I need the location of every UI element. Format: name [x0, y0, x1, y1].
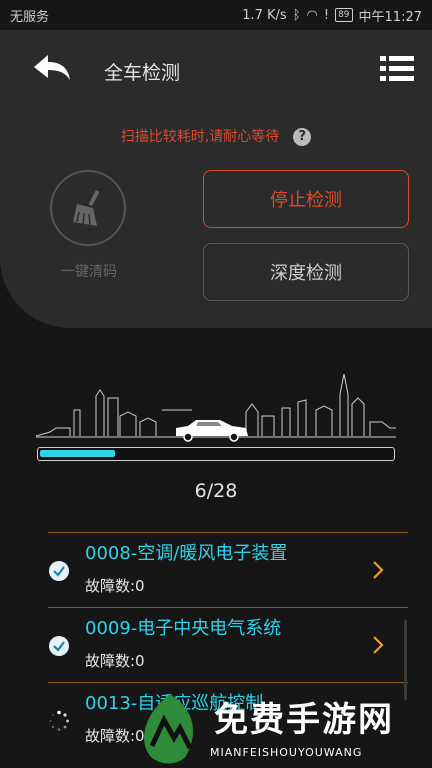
back-button[interactable] [32, 52, 72, 86]
scan-progress-count: 6/28 [194, 480, 238, 502]
header-panel: 全车检测 扫描比较耗时,请耐心等待? 一键清码 停止检测 深度检测 [0, 30, 432, 328]
loading-spinner-icon [49, 710, 69, 731]
check-circle-icon [49, 561, 69, 581]
car-icon [176, 420, 248, 442]
wifi-icon: ◠ [306, 7, 318, 23]
accent-arc [0, 160, 63, 328]
bluetooth-icon: ᛒ [292, 7, 301, 23]
watermark-subtitle: MIANFEISHOUYOUWANG [210, 746, 363, 759]
list-scrollbar[interactable] [404, 620, 407, 700]
clock: 中午11:27 [358, 9, 422, 25]
module-name: 0009-电子中央电气系统 [85, 618, 282, 639]
network-speed: 1.7 K/s [242, 7, 287, 23]
chevron-right-icon [373, 636, 384, 654]
battery-icon: 89 [335, 8, 353, 22]
watermark-logo-icon [144, 694, 193, 764]
back-arrow-icon [34, 55, 70, 80]
list-menu-icon [380, 56, 414, 81]
scan-hint: 扫描比较耗时,请耐心等待? [0, 126, 432, 146]
module-name: 0008-空调/暖风电子装置 [85, 543, 288, 564]
watermark: 免费手游网 MIANFEISHOUYOUWANG [130, 690, 430, 768]
scan-progress-fill [40, 450, 115, 457]
check-circle-icon [49, 636, 69, 656]
menu-button[interactable] [380, 54, 414, 84]
page-title: 全车检测 [104, 62, 181, 84]
clean-codes-label: 一键清码 [61, 264, 117, 280]
fault-count: 故障数:0 [85, 577, 145, 595]
help-icon[interactable]: ? [293, 128, 312, 146]
carrier-text: 无服务 [10, 9, 50, 25]
alert-icon: ! [323, 7, 330, 23]
chevron-right-icon [373, 561, 384, 579]
deep-detection-button[interactable]: 深度检测 [203, 243, 409, 301]
city-skyline-illustration [36, 373, 396, 442]
fault-count: 故障数:0 [85, 652, 145, 670]
clean-codes-button[interactable] [50, 170, 126, 246]
scan-progress-bar [37, 447, 395, 461]
list-item[interactable]: 0008-空调/暖风电子装置 故障数:0 [48, 532, 408, 607]
watermark-title: 免费手游网 [214, 700, 394, 740]
stop-detection-button[interactable]: 停止检测 [203, 170, 409, 228]
scan-hint-text: 扫描比较耗时,请耐心等待 [120, 129, 280, 145]
broom-icon [73, 189, 100, 226]
list-item[interactable]: 0009-电子中央电气系统 故障数:0 [48, 607, 408, 682]
status-bar: 无服务 1.7 K/s ᛒ ◠ ! 89 中午11:27 [0, 0, 432, 30]
